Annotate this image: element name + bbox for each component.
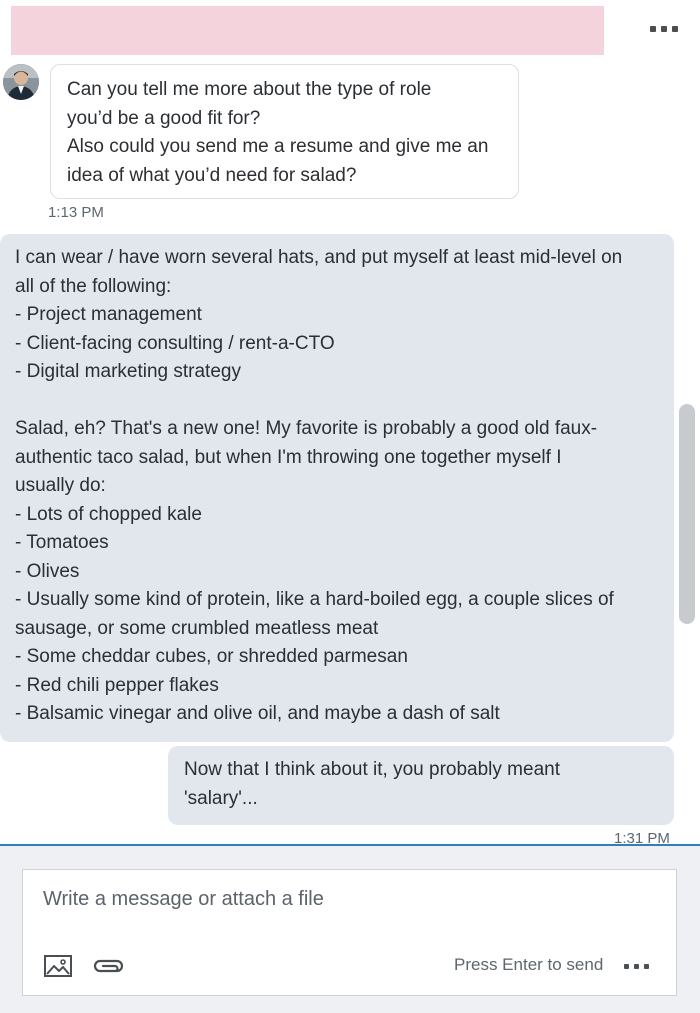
compose-more-button[interactable] [624, 964, 649, 969]
more-dot [672, 26, 678, 32]
more-dot [644, 964, 649, 969]
messaging-window: Can you tell me more about the type of r… [0, 0, 700, 1013]
incoming-message: Can you tell me more about the type of r… [50, 64, 519, 199]
message-timestamp: 1:13 PM [48, 204, 104, 221]
message-timestamp: 1:31 PM [614, 830, 670, 844]
message-input[interactable] [41, 878, 655, 920]
message-thread: Can you tell me more about the type of r… [0, 62, 700, 844]
more-dot [624, 964, 629, 969]
paperclip-icon[interactable] [91, 956, 127, 976]
avatar[interactable] [3, 64, 39, 100]
compose-box: Press Enter to send [22, 869, 677, 996]
scrollbar-thumb[interactable] [679, 404, 695, 624]
more-options-button[interactable] [650, 24, 684, 34]
redacted-contact-name [11, 6, 604, 55]
more-dot [661, 26, 667, 32]
image-icon[interactable] [43, 954, 73, 978]
more-dot [634, 964, 639, 969]
more-dot [650, 26, 656, 32]
outgoing-message: Now that I think about it, you probably … [168, 746, 674, 825]
avatar-photo [3, 64, 39, 100]
conversation-header [0, 0, 700, 63]
outgoing-message: I can wear / have worn several hats, and… [0, 234, 674, 742]
press-enter-hint: Press Enter to send [454, 955, 604, 974]
